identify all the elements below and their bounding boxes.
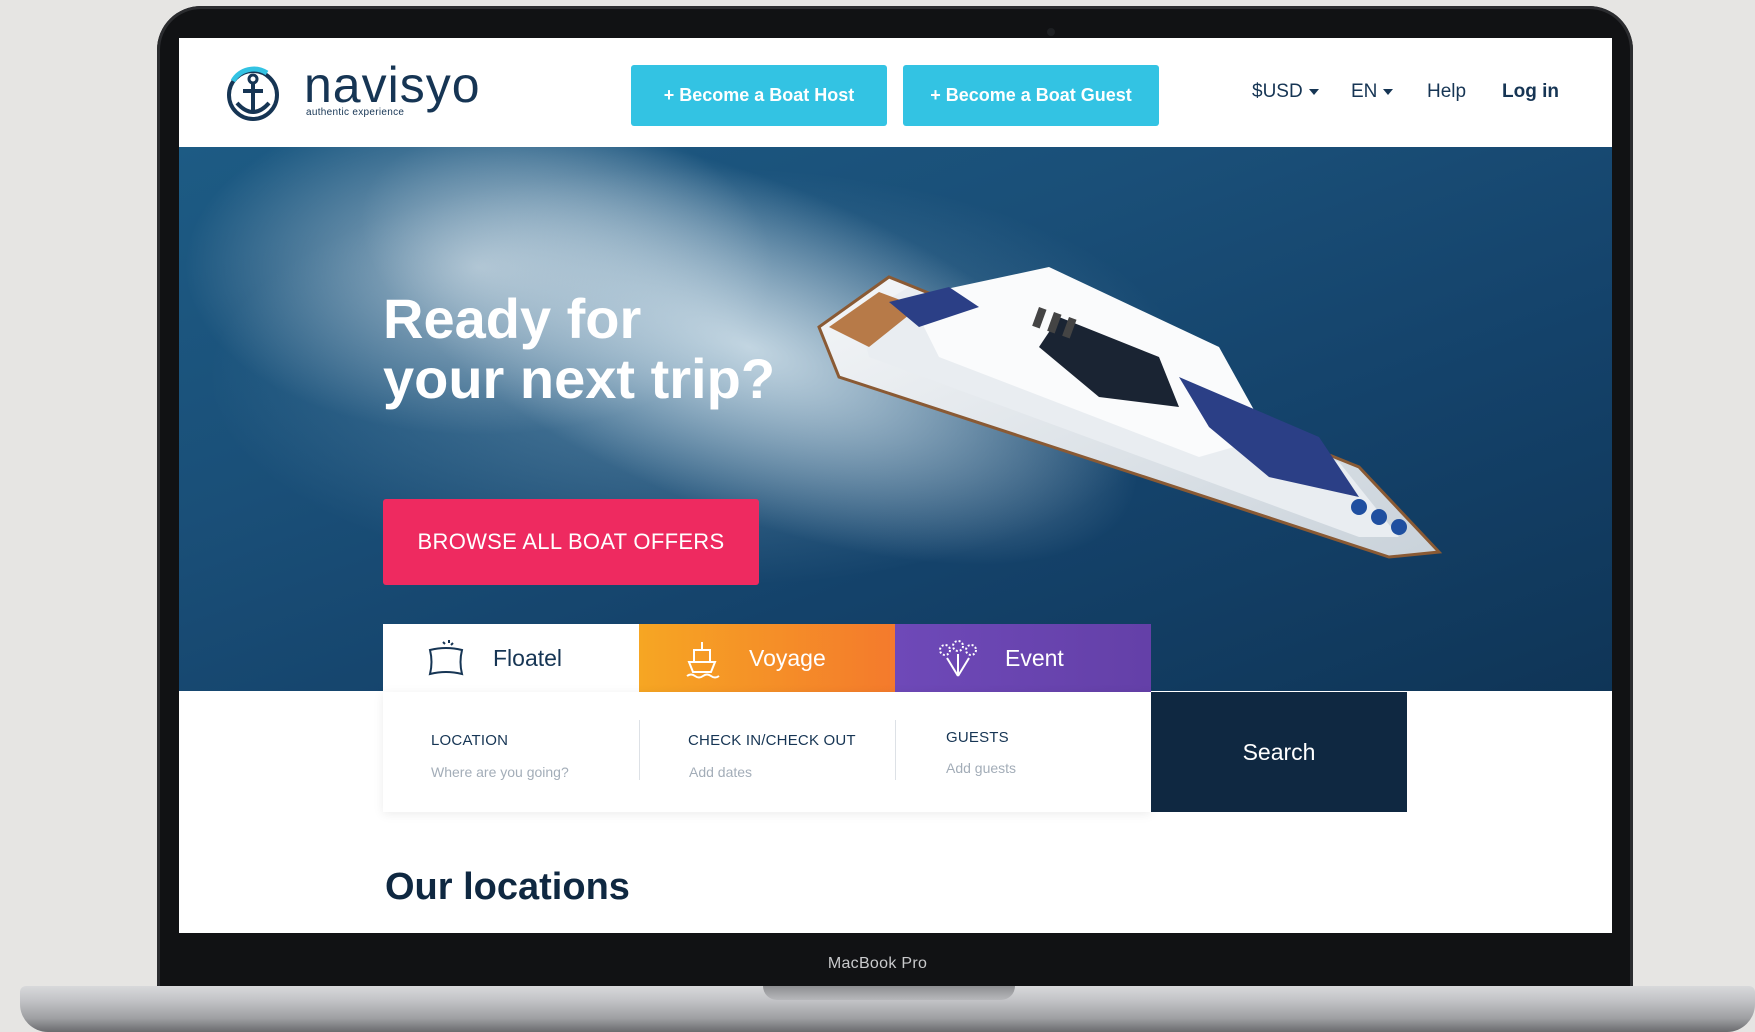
hero-title-line-1: Ready for [383,287,642,350]
language-dropdown[interactable]: EN [1351,81,1394,103]
dates-label: CHECK IN/CHECK OUT [688,732,856,749]
tab-voyage[interactable]: Voyage [639,624,895,692]
become-boat-host-button[interactable]: + Become a Boat Host [631,65,887,126]
our-locations-heading: Our locations [385,866,630,908]
tab-floatel[interactable]: Floatel [383,624,639,692]
dates-input[interactable] [689,764,889,780]
guests-field[interactable]: GUESTS [895,720,1152,780]
login-link[interactable]: Log in [1502,81,1559,103]
hero-title: Ready for your next trip? [383,289,903,409]
camera-dot [1047,28,1055,36]
location-input[interactable] [431,764,631,780]
browser-screen: navisyo authentic experience + Become a … [179,38,1612,933]
chevron-down-icon [1308,89,1319,95]
search-panel: LOCATION CHECK IN/CHECK OUT GUESTS [383,692,1151,812]
location-label: LOCATION [431,732,509,749]
tab-event-label: Event [1005,644,1064,671]
currency-label: $USD [1252,81,1303,102]
tab-voyage-label: Voyage [749,644,826,671]
pillow-icon [428,640,464,676]
help-link[interactable]: Help [1427,81,1466,103]
language-label: EN [1351,81,1378,102]
anchor-logo-icon[interactable] [223,65,283,125]
search-button[interactable]: Search [1151,692,1407,812]
dates-field[interactable]: CHECK IN/CHECK OUT [639,720,896,780]
currency-dropdown[interactable]: $USD [1252,81,1319,103]
guests-label: GUESTS [946,729,1009,746]
become-boat-guest-button[interactable]: + Become a Boat Guest [903,65,1159,126]
laptop-notch [763,986,1015,1000]
tab-event[interactable]: Event [895,624,1151,692]
logo-wordmark[interactable]: navisyo [304,56,481,114]
device-label: MacBook Pro [827,955,928,972]
yacht-image [817,267,1443,559]
location-field[interactable]: LOCATION [383,692,639,812]
browse-all-boat-offers-button[interactable]: BROWSE ALL BOAT OFFERS [383,499,759,585]
logo-tagline: authentic experience [306,107,405,118]
site-header: navisyo authentic experience + Become a … [179,38,1612,147]
hero-banner: Ready for your next trip? BROWSE ALL BOA… [179,147,1612,691]
fireworks-icon [939,640,977,677]
tab-floatel-label: Floatel [493,644,563,671]
hero-title-line-2: your next trip? [383,347,776,410]
guests-input[interactable] [946,760,1146,776]
chevron-down-icon [1383,89,1394,95]
ship-icon [686,642,720,679]
